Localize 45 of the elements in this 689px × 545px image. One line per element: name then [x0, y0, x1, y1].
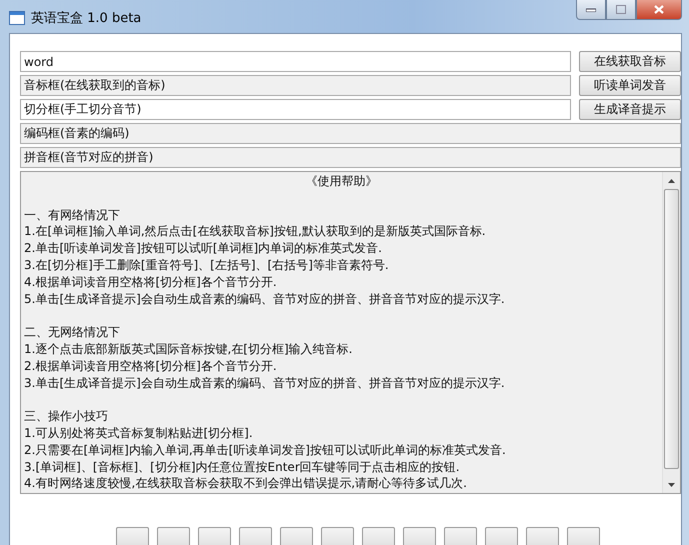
help-line: 1.在[单词框]输入单词,然后点击[在线获取音标]按钮,默认获取到的是新版英式国际音标.	[24, 223, 487, 240]
close-button[interactable]	[636, 0, 682, 20]
help-title: 《使用帮助》	[304, 173, 378, 190]
help-line: 2.单击[听读单词发音]按钮可以试听[单词框]内单词的标准英式发音.	[24, 240, 383, 257]
help-line: 4.有时网络速度较慢,在线获取音标会获取不到会弹出错误提示,请耐心等待多试几次.	[24, 475, 468, 492]
text-field[interactable]: word	[20, 51, 571, 72]
text-field[interactable]: 切分框(手工切分音节)	[20, 99, 571, 120]
help-line: 2.根据单词读音用空格将[切分框]各个音节分开.	[24, 358, 278, 375]
help-line: 3.在[切分框]手工删除[重音符号]、[左括号]、[右括号]等非音素符号.	[24, 256, 390, 274]
text-field[interactable]: 编码框(音素的编码)	[20, 123, 681, 144]
action-button[interactable]: 听读单词发音	[579, 75, 681, 96]
text-field[interactable]: 音标框(在线获取到的音标)	[20, 75, 571, 96]
text-field[interactable]: 拼音框(音节对应的拼音)	[20, 147, 681, 168]
section-heading: 一、有网络情况下	[24, 206, 121, 224]
help-line: 3.单击[生成译音提示]会自动生成音素的编码、音节对应的拼音、拼音音节对应的提示汉字.	[24, 374, 506, 392]
phonetic-key-button[interactable]	[116, 527, 149, 545]
minimize-icon	[586, 8, 596, 12]
help-line: 3.[单词框]、[音标框]、[切分框]内任意位置按Enter回车键等同于点击相应的按钮.	[24, 458, 461, 476]
action-button[interactable]: 生成译音提示	[579, 99, 681, 120]
maximize-icon	[616, 5, 626, 14]
help-line: 4.根据单词读音用空格将[切分框]各个音节分开.	[24, 274, 278, 291]
window-icon	[9, 11, 25, 25]
phonetic-key-button[interactable]	[280, 527, 313, 545]
minimize-button[interactable]	[576, 0, 606, 20]
phonetic-key-button[interactable]	[444, 527, 477, 545]
phonetic-key-button[interactable]	[526, 527, 559, 545]
action-button[interactable]: 在线获取音标	[579, 51, 681, 72]
phonetic-key-button[interactable]	[239, 527, 272, 545]
phonetic-key-button[interactable]	[157, 527, 190, 545]
window-title: 英语宝盒 1.0 beta	[31, 10, 142, 27]
scroll-bar[interactable]	[662, 172, 680, 494]
help-line: 1.逐个点击底部新版英式国际音标按键,在[切分框]输入纯音标.	[24, 340, 354, 358]
help-line: 2.只需要在[单词框]内输入单词,再单击[听读单词发音]按钮可以试听此单词的标准英式发音.	[24, 442, 507, 459]
phonetic-key-button[interactable]	[362, 527, 395, 545]
section-heading: 二、无网络情况下	[24, 324, 121, 341]
phonetic-key-button[interactable]	[567, 527, 600, 545]
help-line: 5.单击[生成译音提示]会自动生成音素的编码、音节对应的拼音、拼音音节对应的提示汉字.	[24, 290, 506, 308]
close-icon	[654, 5, 664, 14]
phonetic-key-button[interactable]	[485, 527, 518, 545]
phonetic-key-button[interactable]	[321, 527, 354, 545]
help-line: 1.可从别处将英式音标复制粘贴进[切分框].	[24, 424, 254, 442]
section-heading: 三、操作小技巧	[24, 408, 109, 425]
phonetic-key-button[interactable]	[198, 527, 231, 545]
phonetic-key-button[interactable]	[403, 527, 436, 545]
scroll-thumb[interactable]	[664, 189, 679, 469]
